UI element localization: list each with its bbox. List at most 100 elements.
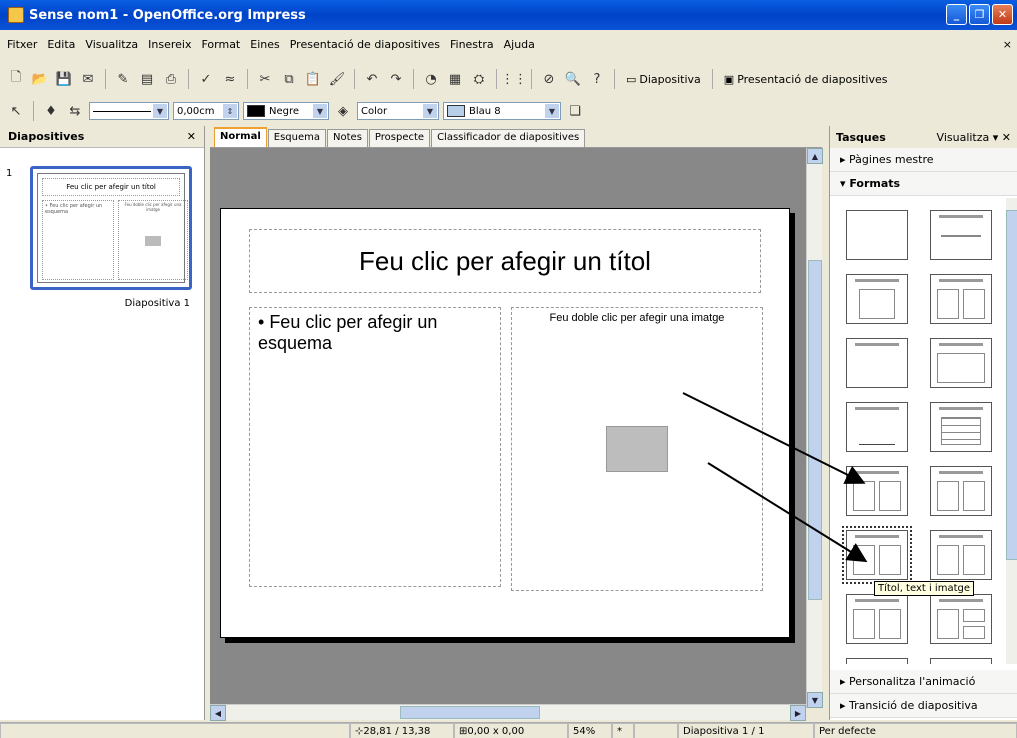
menu-bar: Fitxer Edita Visualitza Insereix Format … <box>0 30 1017 58</box>
menu-insereix[interactable]: Insereix <box>147 36 192 53</box>
layout-title-only[interactable] <box>930 210 992 260</box>
menu-visualitza[interactable]: Visualitza <box>84 36 139 53</box>
table-icon[interactable]: ▦ <box>445 69 465 89</box>
scroll-right-icon[interactable]: ▶ <box>790 705 806 721</box>
layout-centered[interactable] <box>930 338 992 388</box>
area-fill-icon[interactable]: ◈ <box>333 101 353 121</box>
slide-transition-section[interactable]: ▸ Transició de diapositiva <box>830 694 1017 718</box>
maximize-button[interactable]: ❐ <box>969 4 990 25</box>
spellcheck-icon[interactable]: ✓ <box>196 69 216 89</box>
line-width-spinner[interactable]: 0,00cm ⇕ <box>173 102 239 120</box>
toolbar-separator <box>711 69 713 89</box>
tab-notes[interactable]: Notes <box>327 129 368 147</box>
outline-placeholder[interactable]: • Feu clic per afegir un esquema <box>249 307 501 587</box>
status-zoom[interactable]: 54% <box>568 723 612 738</box>
layout-title-table[interactable] <box>930 402 992 452</box>
menu-finestra[interactable]: Finestra <box>449 36 495 53</box>
email-icon[interactable]: ✉ <box>78 69 98 89</box>
slideshow-label: Presentació de diapositives <box>737 72 888 86</box>
new-icon[interactable]: 🗋 <box>6 69 26 89</box>
tab-normal[interactable]: Normal <box>214 127 267 147</box>
help-icon[interactable]: ? <box>587 69 607 89</box>
tasks-pane: Tasques Visualitza ▾ ✕ ▸ Pàgines mestre … <box>829 126 1017 720</box>
layout-title-text-chart[interactable] <box>930 466 992 516</box>
custom-animation-section[interactable]: ▸ Personalitza l'animació <box>830 670 1017 694</box>
grid-icon[interactable]: ⋮⋮ <box>501 69 527 89</box>
layout-title-text-2objects[interactable] <box>930 594 992 644</box>
horizontal-scrollbar[interactable]: ◀ ▶ <box>210 704 806 721</box>
close-button[interactable]: ✕ <box>992 4 1013 25</box>
paste-icon[interactable]: 📋 <box>303 69 323 89</box>
slides-pane-title: Diapositives <box>8 130 85 143</box>
title-placeholder[interactable]: Feu clic per afegir un títol <box>249 229 761 293</box>
chart-icon[interactable]: ◔ <box>421 69 441 89</box>
open-icon[interactable]: 📂 <box>30 69 50 89</box>
autospell-icon[interactable]: ≈ <box>220 69 240 89</box>
select-arrow-icon[interactable]: ↖ <box>6 101 26 121</box>
scroll-down-icon[interactable]: ▼ <box>807 692 823 708</box>
vertical-scrollbar[interactable]: ▲ ▼ <box>806 148 823 708</box>
slide-thumbnail[interactable]: Feu clic per afegir un títol • Feu clic … <box>30 166 192 290</box>
layout-more-2[interactable] <box>930 658 992 664</box>
cut-icon[interactable]: ✂ <box>255 69 275 89</box>
layout-title-blank[interactable] <box>846 338 908 388</box>
window-controls: _ ❐ ✕ <box>946 4 1013 25</box>
menu-overflow-icon[interactable]: × <box>1002 36 1013 53</box>
line-color-select[interactable]: Negre ▼ <box>243 102 329 120</box>
shadow-icon[interactable]: ❏ <box>565 101 585 121</box>
tab-outline[interactable]: Esquema <box>267 129 327 147</box>
redo-icon[interactable]: ↷ <box>386 69 406 89</box>
no-symbol-icon[interactable]: ⊘ <box>539 69 559 89</box>
scroll-left-icon[interactable]: ◀ <box>210 705 226 721</box>
area-color-select[interactable]: Blau 8 ▼ <box>443 102 561 120</box>
menu-ajuda[interactable]: Ajuda <box>503 36 536 53</box>
area-style-select[interactable]: Color ▼ <box>357 102 439 120</box>
menu-fitxer[interactable]: Fitxer <box>6 36 38 53</box>
tab-slide-sorter[interactable]: Classificador de diapositives <box>431 129 586 147</box>
export-pdf-icon[interactable]: ▤ <box>137 69 157 89</box>
tab-handout[interactable]: Prospecte <box>368 129 431 147</box>
tasks-view-menu[interactable]: Visualitza ▾ ✕ <box>937 131 1011 144</box>
save-icon[interactable]: 💾 <box>54 69 74 89</box>
scrollbar-thumb[interactable] <box>1006 210 1017 560</box>
format-paintbrush-icon[interactable]: 🖌 <box>327 69 347 89</box>
layout-title-chart[interactable] <box>846 402 908 452</box>
scrollbar-thumb[interactable] <box>808 260 822 600</box>
layouts-scrollbar[interactable] <box>1006 198 1017 664</box>
menu-eines[interactable]: Eines <box>249 36 280 53</box>
layout-more[interactable] <box>846 658 908 664</box>
arrow-style-icon[interactable]: ⇆ <box>65 101 85 121</box>
menu-edita[interactable]: Edita <box>46 36 76 53</box>
layout-blank[interactable] <box>846 210 908 260</box>
scroll-up-icon[interactable]: ▲ <box>807 148 823 164</box>
master-pages-section[interactable]: ▸ Pàgines mestre <box>830 148 1017 172</box>
toolbar-separator <box>33 101 34 121</box>
layout-title-image-text[interactable] <box>846 466 908 516</box>
new-slide-button[interactable]: ▭ Diapositiva <box>622 73 705 86</box>
layout-title-content[interactable] <box>846 274 908 324</box>
scrollbar-thumb[interactable] <box>400 706 540 719</box>
layout-title-chart-text[interactable] <box>930 530 992 580</box>
layout-title-text-image[interactable] <box>842 526 912 584</box>
image-placeholder[interactable]: Feu doble clic per afegir una imatge <box>511 307 763 591</box>
custom-animation-label: Personalitza l'animació <box>849 675 976 688</box>
undo-icon[interactable]: ↶ <box>362 69 382 89</box>
slides-pane-header: Diapositives ✕ <box>0 126 204 148</box>
layout-title-2content[interactable] <box>930 274 992 324</box>
menu-presentacio[interactable]: Presentació de diapositives <box>289 36 441 53</box>
close-icon[interactable]: ✕ <box>187 130 196 143</box>
layouts-section[interactable]: ▾ Formats <box>830 172 1017 196</box>
tasks-pane-title: Tasques <box>836 130 886 144</box>
menu-format[interactable]: Format <box>200 36 241 53</box>
line-icon[interactable]: ♦ <box>41 101 61 121</box>
minimize-button[interactable]: _ <box>946 4 967 25</box>
navigator-icon[interactable]: ⛭ <box>469 69 489 89</box>
print-icon[interactable]: ⎙ <box>161 69 181 89</box>
layouts-label: Formats <box>849 177 901 190</box>
edit-file-icon[interactable]: ✎ <box>113 69 133 89</box>
zoom-icon[interactable]: 🔍 <box>563 69 583 89</box>
line-style-select[interactable]: ▼ <box>89 102 169 120</box>
slideshow-button[interactable]: ▣ Presentació de diapositives <box>720 73 892 86</box>
layout-title-text-object[interactable] <box>846 594 908 644</box>
copy-icon[interactable]: ⧉ <box>279 69 299 89</box>
